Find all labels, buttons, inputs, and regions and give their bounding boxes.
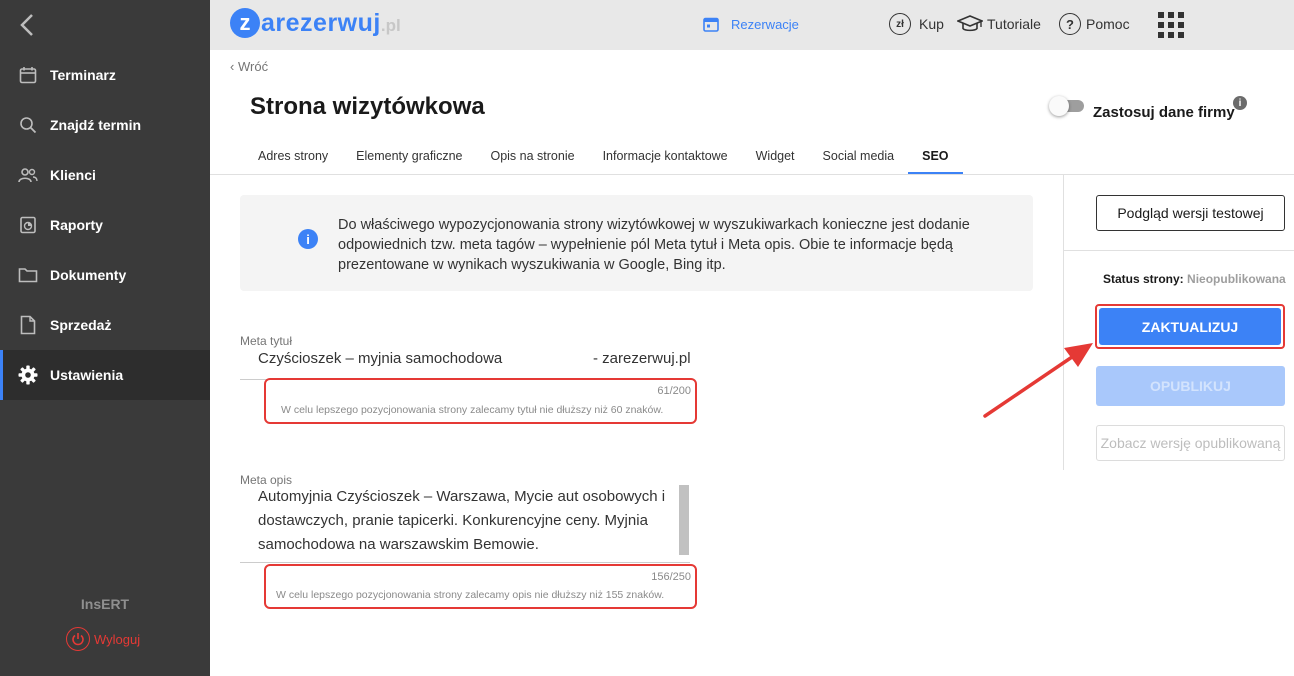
back-link[interactable]: ‹ Wróć bbox=[230, 59, 268, 74]
sidebar-item-znajdz-termin[interactable]: Znajdź termin bbox=[0, 100, 210, 150]
collapse-back-icon[interactable] bbox=[16, 12, 40, 38]
seo-info-text: Do właściwego wypozycjonowania strony wi… bbox=[338, 217, 970, 273]
people-icon bbox=[18, 165, 38, 185]
publish-button: OPUBLIKUJ bbox=[1096, 366, 1285, 406]
tab-elementy-graficzne[interactable]: Elementy graficzne bbox=[342, 140, 476, 174]
calendar-icon bbox=[703, 17, 719, 32]
folder-icon bbox=[18, 265, 38, 285]
tab-opis-na-stronie[interactable]: Opis na stronie bbox=[476, 140, 588, 174]
seo-info-box: i Do właściwego wypozycjonowania strony … bbox=[240, 195, 1033, 291]
status-label: Status strony: bbox=[1103, 272, 1184, 286]
tab-widget[interactable]: Widget bbox=[742, 140, 809, 174]
meta-desc-hint: W celu lepszego pozycjonowania strony za… bbox=[276, 589, 665, 601]
graduation-cap-icon bbox=[957, 15, 983, 32]
tutorials-label: Tutoriale bbox=[987, 16, 1041, 32]
apps-grid-icon[interactable] bbox=[1158, 12, 1184, 38]
buy-link[interactable]: zł Kup bbox=[889, 13, 944, 35]
logo-text: arezerwuj bbox=[261, 8, 381, 37]
meta-desc-underline bbox=[240, 562, 690, 563]
calendar-icon bbox=[18, 65, 38, 85]
meta-desc-hint-highlight: 156/250 W celu lepszego pozycjonowania s… bbox=[264, 564, 697, 609]
tab-seo[interactable]: SEO bbox=[908, 140, 963, 174]
right-panel-divider bbox=[1063, 175, 1064, 470]
sidebar-item-label: Znajdź termin bbox=[50, 117, 142, 133]
meta-desc-counter: 156/250 bbox=[651, 571, 691, 583]
gear-icon bbox=[18, 365, 38, 385]
logo[interactable]: z arezerwuj .pl bbox=[230, 8, 401, 38]
red-arrow-annotation bbox=[983, 343, 1093, 418]
document-icon bbox=[18, 315, 38, 335]
coin-icon: zł bbox=[889, 13, 911, 35]
meta-title-counter: 61/200 bbox=[657, 385, 691, 397]
sidebar-item-raporty[interactable]: Raporty bbox=[0, 200, 210, 250]
sidebar-item-label: Dokumenty bbox=[50, 267, 127, 283]
report-icon bbox=[18, 215, 38, 235]
status-badge: Nieopublikowana bbox=[1187, 272, 1286, 286]
meta-title-label: Meta tytuł bbox=[240, 334, 293, 348]
meta-desc-textarea[interactable]: Automyjnia Czyścioszek – Warszawa, Mycie… bbox=[258, 485, 678, 557]
tab-informacje-kontaktowe[interactable]: Informacje kontaktowe bbox=[589, 140, 742, 174]
company-data-toggle[interactable] bbox=[1049, 96, 1084, 116]
right-panel-separator bbox=[1063, 250, 1294, 251]
info-icon[interactable]: i bbox=[1233, 96, 1247, 110]
update-button[interactable]: ZAKTUALIZUJ bbox=[1099, 308, 1281, 345]
meta-title-suffix: - zarezerwuj.pl bbox=[593, 350, 691, 367]
sidebar-item-dokumenty[interactable]: Dokumenty bbox=[0, 250, 210, 300]
sidebar-item-label: Ustawienia bbox=[50, 367, 124, 383]
meta-title-input[interactable]: Czyścioszek – myjnia samochodowa bbox=[258, 350, 502, 367]
preview-test-version-button[interactable]: Podgląd wersji testowej bbox=[1096, 195, 1285, 231]
logout-label: Wyloguj bbox=[94, 631, 141, 647]
sidebar-item-label: Terminarz bbox=[50, 67, 116, 83]
tab-adres-strony[interactable]: Adres strony bbox=[244, 140, 342, 174]
meta-title-hint-highlight: 61/200 W celu lepszego pozycjonowania st… bbox=[264, 378, 697, 424]
help-link[interactable]: ? Pomoc bbox=[1059, 13, 1130, 35]
tutorials-link[interactable]: Tutoriale bbox=[957, 13, 1041, 35]
sidebar-item-label: Klienci bbox=[50, 167, 96, 183]
sidebar-item-terminarz[interactable]: Terminarz bbox=[0, 50, 210, 100]
power-icon bbox=[66, 627, 90, 651]
chevron-left-icon: ‹ bbox=[230, 59, 235, 74]
brand-name: InsERT bbox=[80, 596, 130, 612]
meta-title-hint: W celu lepszego pozycjonowania strony za… bbox=[281, 404, 664, 416]
buy-label: Kup bbox=[919, 16, 944, 32]
view-published-button: Zobacz wersję opublikowaną bbox=[1096, 425, 1285, 461]
toggle-label: Zastosuj dane firmy bbox=[1093, 104, 1235, 121]
back-label: Wróć bbox=[237, 59, 269, 74]
sidebar-item-ustawienia[interactable]: Ustawienia bbox=[0, 350, 210, 400]
textarea-scrollbar[interactable] bbox=[679, 485, 689, 555]
page-title: Strona wizytówkowa bbox=[250, 93, 485, 120]
logo-z: z bbox=[230, 8, 260, 38]
page-status: Status strony: Nieopublikowana bbox=[1103, 272, 1286, 286]
help-label: Pomoc bbox=[1086, 16, 1130, 32]
sidebar-item-label: Sprzedaż bbox=[50, 317, 112, 333]
help-icon: ? bbox=[1059, 13, 1081, 35]
tab-social-media[interactable]: Social media bbox=[809, 140, 909, 174]
tabs-divider bbox=[210, 174, 1294, 175]
reservations-link[interactable]: Rezerwacje bbox=[703, 16, 799, 32]
sidebar-item-sprzedaz[interactable]: Sprzedaż bbox=[0, 300, 210, 350]
logout-button[interactable]: Wyloguj bbox=[66, 627, 140, 651]
sidebar: Terminarz Znajdź termin Klienci Raporty … bbox=[0, 0, 210, 676]
sidebar-nav: Terminarz Znajdź termin Klienci Raporty … bbox=[0, 50, 210, 400]
topbar: z arezerwuj .pl Rezerwacje zł Kup Tutori… bbox=[210, 0, 1294, 50]
search-icon bbox=[18, 115, 38, 135]
tabs: Adres strony Elementy graficzne Opis na … bbox=[244, 140, 963, 174]
sidebar-item-klienci[interactable]: Klienci bbox=[0, 150, 210, 200]
sidebar-item-label: Raporty bbox=[50, 217, 103, 233]
reservations-label: Rezerwacje bbox=[731, 16, 799, 32]
logo-suffix: .pl bbox=[380, 15, 401, 35]
info-icon: i bbox=[298, 229, 318, 249]
